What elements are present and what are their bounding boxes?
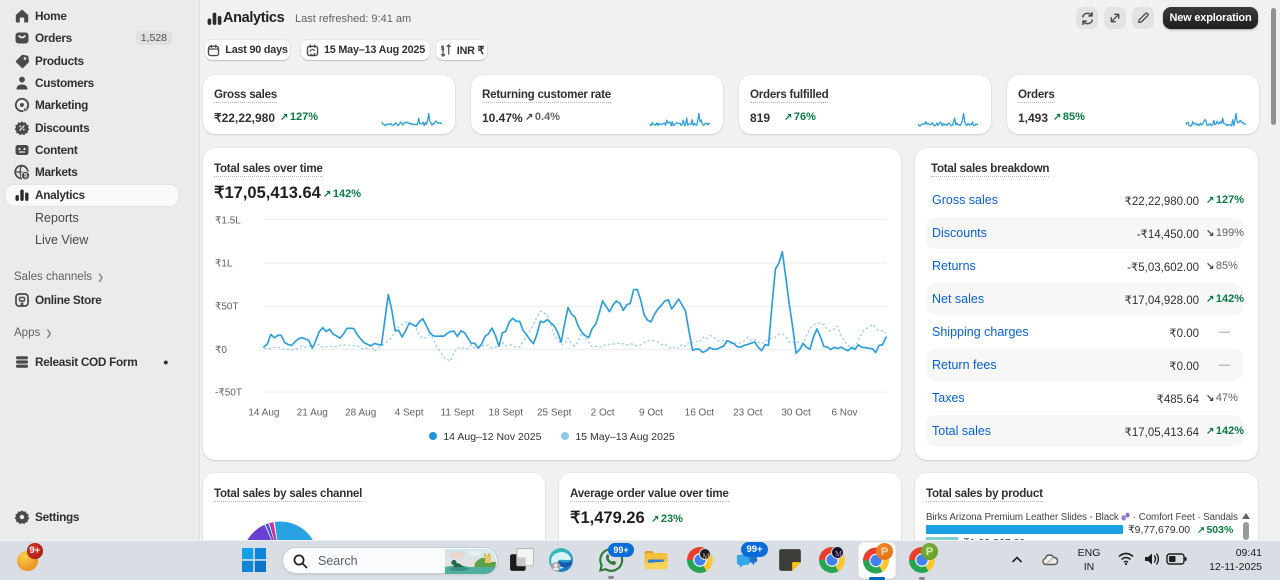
svg-text:₹1L: ₹1L bbox=[215, 259, 233, 270]
svg-text:18 Sept: 18 Sept bbox=[489, 408, 524, 419]
svg-text:M: M bbox=[702, 552, 709, 561]
svg-text:14 Aug: 14 Aug bbox=[248, 408, 279, 419]
svg-text:₹50T: ₹50T bbox=[215, 302, 239, 313]
svg-text:M: M bbox=[835, 550, 842, 559]
svg-text:9 Oct: 9 Oct bbox=[639, 408, 663, 419]
svg-text:₹1.5L: ₹1.5L bbox=[215, 215, 241, 226]
svg-text:2 Oct: 2 Oct bbox=[591, 408, 615, 419]
svg-text:28 Aug: 28 Aug bbox=[345, 408, 376, 419]
svg-text:11 Sept: 11 Sept bbox=[441, 408, 475, 419]
svg-text:16 Oct: 16 Oct bbox=[685, 408, 715, 419]
svg-text:25 Sept: 25 Sept bbox=[537, 408, 572, 419]
svg-text:23 Oct: 23 Oct bbox=[733, 408, 763, 419]
svg-text:4 Sept: 4 Sept bbox=[395, 408, 424, 419]
svg-text:₹0: ₹0 bbox=[215, 345, 227, 356]
svg-text:30 Oct: 30 Oct bbox=[781, 408, 811, 419]
svg-text:-₹50T: -₹50T bbox=[215, 388, 242, 399]
svg-text:21 Aug: 21 Aug bbox=[297, 408, 328, 419]
svg-text:6 Nov: 6 Nov bbox=[831, 408, 857, 419]
